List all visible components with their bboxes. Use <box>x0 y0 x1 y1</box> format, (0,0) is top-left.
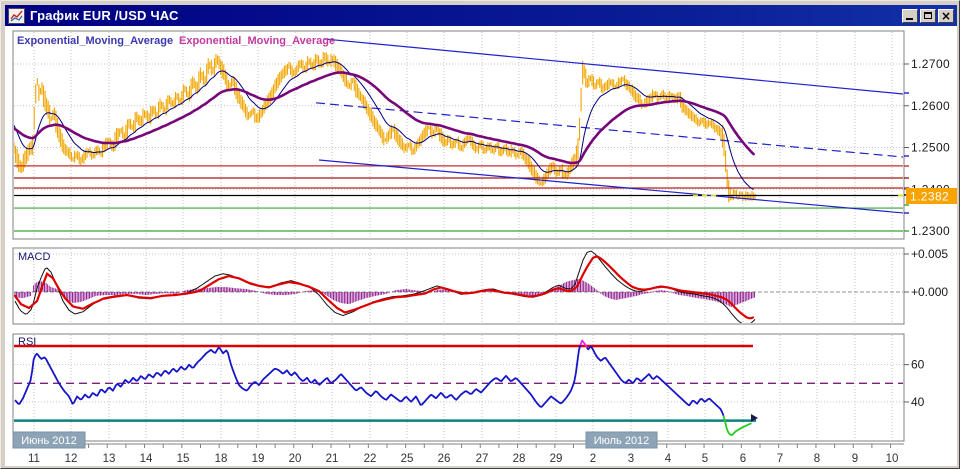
date-label: 15 <box>177 453 190 465</box>
macd-panel[interactable] <box>12 247 905 325</box>
maximize-icon <box>924 11 932 19</box>
date-label: 8 <box>814 453 820 465</box>
macd-scale-label: +0.005 <box>911 247 948 261</box>
date-label: 2 <box>590 453 596 465</box>
chart-client-area: Exponential_Moving_Average Exponential_Mo… <box>5 26 957 466</box>
titlebar[interactable]: График EUR /USD ЧАС × <box>5 5 957 26</box>
date-label: 28 <box>513 453 526 465</box>
date-label: 6 <box>740 453 746 465</box>
price-label: 1.2500 <box>911 141 950 155</box>
rsi-scale-label: 60 <box>911 358 925 372</box>
minimize-button[interactable] <box>902 8 918 23</box>
window-controls: × <box>902 8 954 23</box>
current-price-text: 1.2382 <box>910 190 949 204</box>
date-label: 25 <box>401 453 414 465</box>
date-label: 27 <box>476 453 489 465</box>
date-label: 10 <box>886 453 899 465</box>
date-label: 22 <box>364 453 377 465</box>
date-label: 26 <box>438 453 451 465</box>
month-label: Июль 2012 <box>594 435 650 447</box>
date-label: 18 <box>215 453 228 465</box>
date-label: 9 <box>852 453 858 465</box>
date-label: 29 <box>550 453 563 465</box>
chart-window: График EUR /USD ЧАС × Exponential_Moving… <box>0 0 960 469</box>
ema-label-1: Exponential_Moving_Average <box>17 35 173 47</box>
window-title: График EUR /USD ЧАС <box>30 8 179 23</box>
close-button[interactable]: × <box>938 8 954 23</box>
close-icon: × <box>940 8 952 23</box>
macd-label: MACD <box>18 251 50 263</box>
price-label: 1.2600 <box>911 99 950 113</box>
month-label: Июнь 2012 <box>21 435 77 447</box>
date-label: 14 <box>140 453 153 465</box>
chart-canvas[interactable]: Exponential_Moving_Average Exponential_Mo… <box>5 26 957 466</box>
date-label: 3 <box>628 453 634 465</box>
date-label: 13 <box>103 453 116 465</box>
price-label: 1.2300 <box>911 224 950 238</box>
date-label: 7 <box>777 453 783 465</box>
ema-label-2: Exponential_Moving_Average <box>179 35 335 47</box>
rsi-label: RSI <box>18 336 36 348</box>
date-label: 19 <box>252 453 265 465</box>
date-label: 5 <box>702 453 708 465</box>
rsi-panel[interactable] <box>12 333 905 442</box>
price-scale: 1.27001.26001.25001.24001.2300+0.005+0.0… <box>904 57 957 409</box>
macd-scale-label: +0.000 <box>911 285 948 299</box>
chart-icon <box>8 7 25 24</box>
minimize-icon <box>906 17 913 20</box>
rsi-scale-label: 40 <box>911 395 925 409</box>
date-label: 12 <box>65 453 78 465</box>
price-label: 1.2700 <box>911 57 950 71</box>
maximize-button[interactable] <box>920 8 936 23</box>
date-label: 11 <box>28 453 40 465</box>
date-label: 20 <box>289 453 302 465</box>
date-label: 4 <box>665 453 672 465</box>
date-label: 21 <box>326 453 339 465</box>
